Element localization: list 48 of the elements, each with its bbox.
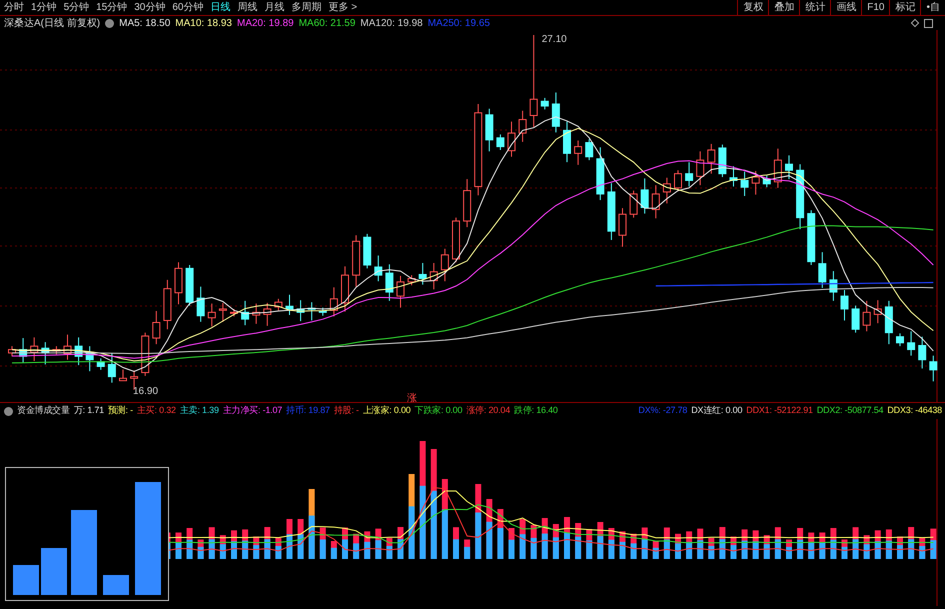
indicator-value: DDX2: -50877.54 xyxy=(816,404,884,418)
moving-average-value: MA120: 19.98 xyxy=(360,16,423,30)
moving-average-value: MA5: 18.50 xyxy=(119,16,170,30)
toolbar-button[interactable]: 叠加 xyxy=(768,0,800,15)
period-tab[interactable]: 周线 xyxy=(238,2,258,12)
moving-average-value: MA10: 18.93 xyxy=(175,16,232,30)
indicator-value: 主力净买: -1.07 xyxy=(222,404,282,418)
period-tab[interactable]: 60分钟 xyxy=(172,2,204,12)
indicator-value: 下跌家: 0.00 xyxy=(414,404,462,418)
low-price-label: 16.90 xyxy=(133,386,158,397)
indicator-value: 涨停: 20.04 xyxy=(466,404,510,418)
toolbar-button[interactable]: 复权 xyxy=(737,0,768,15)
indicator-title: 资金博成交量 xyxy=(17,404,70,418)
indicator-value: 万: 1.71 xyxy=(74,404,104,418)
period-tab[interactable]: 1分钟 xyxy=(31,2,57,12)
period-tab[interactable]: 5分钟 xyxy=(64,2,90,12)
toolbar-button[interactable]: 画线 xyxy=(830,0,862,15)
indicator-value: 预测: - xyxy=(108,404,133,418)
indicator-value: DX连红: 0.00 xyxy=(691,404,742,418)
period-tab[interactable]: 月线 xyxy=(264,2,284,12)
settings-icon[interactable] xyxy=(105,18,114,28)
toolbar-button[interactable]: 标记 xyxy=(889,0,920,15)
indicator-value: DDX3: -46438 xyxy=(887,404,942,418)
period-tab[interactable]: 30分钟 xyxy=(134,2,166,12)
more-link[interactable]: 更多 > xyxy=(328,2,358,12)
toolbar-button[interactable]: 统计 xyxy=(799,0,830,15)
moving-average-value: MA20: 19.89 xyxy=(236,16,294,30)
toolbar-button[interactable]: •自 xyxy=(920,0,945,15)
settings-icon[interactable] xyxy=(4,406,13,416)
indicator-value: DDX1: -52122.91 xyxy=(746,404,813,418)
indicator-value: 主卖: 1.39 xyxy=(180,404,219,418)
period-tab[interactable]: 日线 xyxy=(210,2,230,12)
indicator-value: 持币: 19.87 xyxy=(286,404,330,418)
period-tab[interactable]: 多周期 xyxy=(292,2,322,12)
chart-title: 深桑达A(日线 前复权) xyxy=(4,16,100,30)
indicator-value: 上涨家: 0.00 xyxy=(362,404,411,418)
period-tab[interactable]: 分时 xyxy=(4,2,24,12)
moving-average-value: MA60: 21.59 xyxy=(298,16,356,30)
moving-average-value: MA250: 19.65 xyxy=(428,16,490,30)
indicator-value: DX%: -27.78 xyxy=(638,404,688,418)
high-price-label: 27.10 xyxy=(542,34,567,45)
indicator-value: 主买: 0.32 xyxy=(136,404,176,418)
indicator-value: 持股: - xyxy=(334,404,359,418)
period-tab[interactable]: 15分钟 xyxy=(96,2,128,12)
panel-icon[interactable] xyxy=(924,18,933,28)
rise-marker: 涨 xyxy=(407,393,417,402)
indicator-value: 跌停: 16.40 xyxy=(514,404,558,418)
toolbar-button[interactable]: F10 xyxy=(861,0,890,15)
